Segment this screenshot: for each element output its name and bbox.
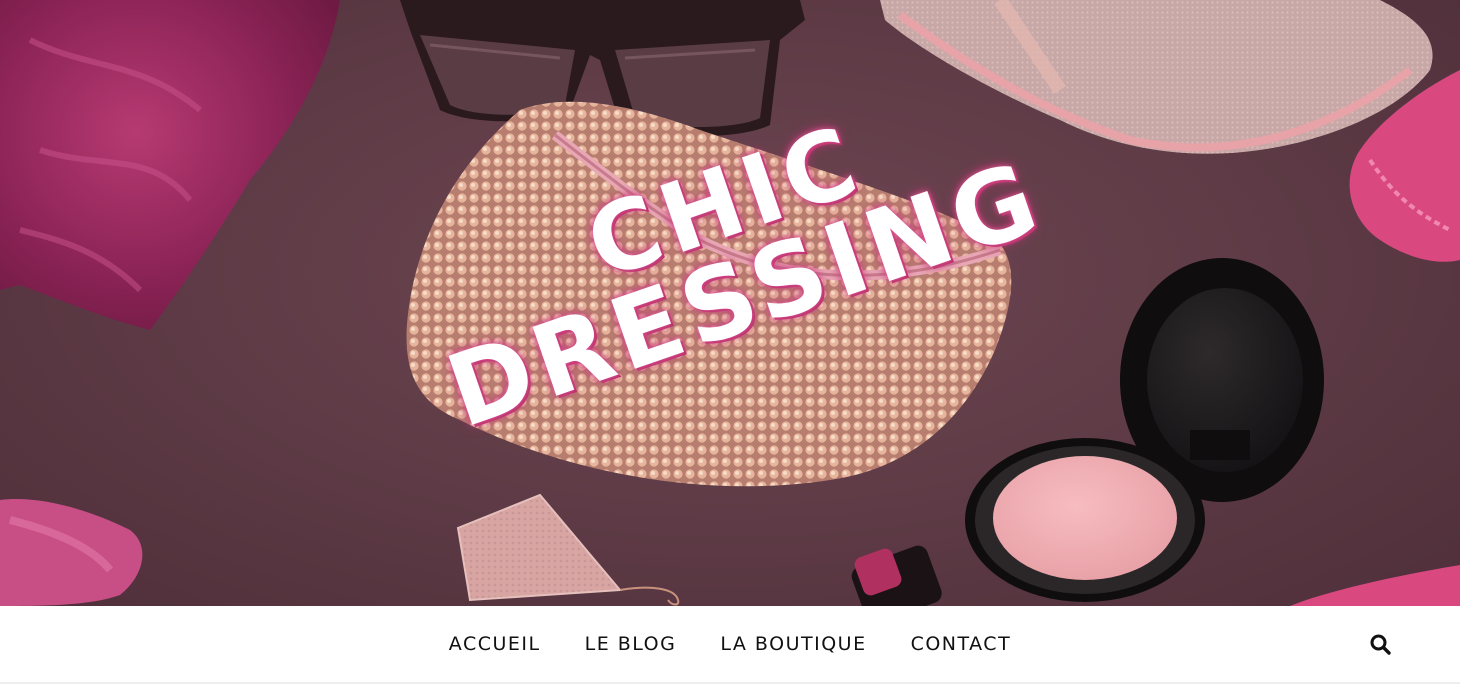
nav-link-la-boutique[interactable]: LA BOUTIQUE bbox=[720, 633, 866, 655]
nav-link-contact[interactable]: CONTACT bbox=[911, 633, 1012, 655]
search-icon bbox=[1370, 634, 1391, 655]
nav-item-contact: CONTACT bbox=[911, 633, 1012, 655]
nav-item-le-blog: LE BLOG bbox=[585, 633, 677, 655]
satin-bow bbox=[0, 499, 143, 606]
mesh-earring bbox=[456, 493, 680, 606]
fabric-corner bbox=[1290, 565, 1460, 606]
lipstick bbox=[851, 545, 942, 606]
hero-banner: CHIC DRESSING bbox=[0, 0, 1460, 606]
nav-item-la-boutique: LA BOUTIQUE bbox=[720, 633, 866, 655]
main-navigation: ACCUEIL LE BLOG LA BOUTIQUE CONTACT bbox=[0, 606, 1460, 684]
nav-menu: ACCUEIL LE BLOG LA BOUTIQUE CONTACT bbox=[0, 606, 1460, 682]
nav-item-accueil: ACCUEIL bbox=[449, 633, 541, 655]
nav-link-le-blog[interactable]: LE BLOG bbox=[585, 633, 677, 655]
nav-link-accueil[interactable]: ACCUEIL bbox=[449, 633, 541, 655]
page: CHIC DRESSING ACCUEIL LE BLOG LA BOUTIQU… bbox=[0, 0, 1460, 686]
search-button[interactable] bbox=[1368, 632, 1394, 658]
